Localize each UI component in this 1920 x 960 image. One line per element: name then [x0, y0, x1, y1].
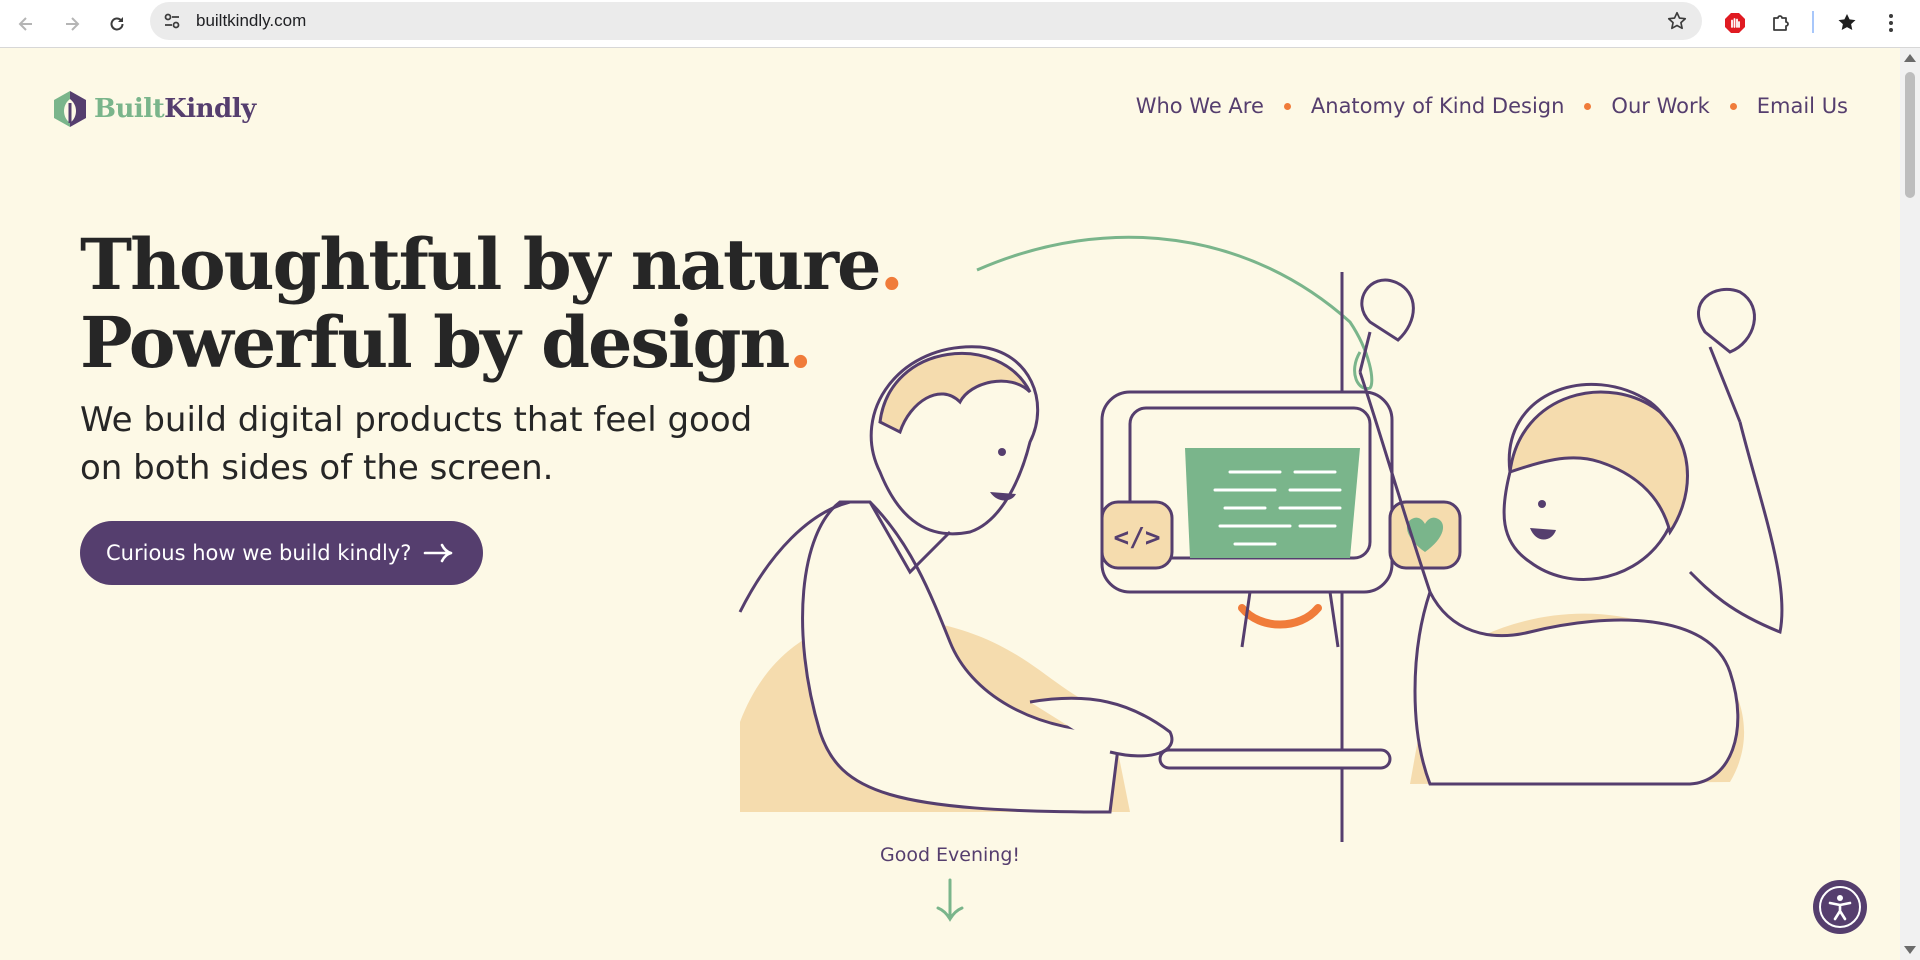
- forward-button[interactable]: [56, 8, 88, 40]
- cta-label: Curious how we build kindly?: [106, 541, 412, 565]
- nav-link-email-us[interactable]: Email Us: [1757, 94, 1848, 118]
- back-button[interactable]: [10, 8, 42, 40]
- logo-text-kindly: Kindly: [164, 94, 256, 124]
- hero-subheadline: We build digital products that feel good…: [80, 400, 753, 488]
- nav-link-anatomy-of-kind-design[interactable]: Anatomy of Kind Design: [1311, 94, 1565, 118]
- greeting-text: Good Evening!: [879, 844, 1021, 866]
- hero-illustration: </>: [738, 235, 1784, 842]
- nav-separator-dot: [1729, 102, 1737, 110]
- url-text[interactable]: builtkindly.com: [196, 11, 306, 31]
- site-logo[interactable]: Built Kindly: [52, 88, 256, 130]
- scroll-down-arrow-icon[interactable]: [935, 878, 965, 922]
- extensions-button[interactable]: [1766, 8, 1796, 38]
- address-bar[interactable]: builtkindly.com: [150, 2, 1702, 40]
- tune-icon[interactable]: [162, 11, 182, 31]
- cta-button[interactable]: Curious how we build kindly?: [80, 521, 484, 585]
- star-outline-icon[interactable]: [1666, 10, 1688, 32]
- browser-toolbar: builtkindly.com: [0, 0, 1920, 48]
- logo-text-built: Built: [94, 94, 165, 124]
- nav-separator-dot: [1584, 102, 1592, 110]
- reload-button[interactable]: [101, 8, 133, 40]
- browser-menu-button[interactable]: [1876, 8, 1906, 38]
- arrow-right-icon: [66, 17, 80, 31]
- logo-leaf-icon: [54, 91, 86, 127]
- kebab-menu-icon: [1889, 14, 1893, 32]
- page-scrollbar[interactable]: [1900, 48, 1920, 960]
- nav-link-our-work[interactable]: Our Work: [1611, 94, 1709, 118]
- bookmarks-button[interactable]: [1832, 8, 1862, 38]
- scrollbar-thumb[interactable]: [1905, 72, 1915, 198]
- star-filled-icon: [1838, 14, 1856, 30]
- scroll-up-arrow[interactable]: [1904, 54, 1916, 62]
- arrow-left-icon: [18, 17, 32, 31]
- accessibility-icon: [1819, 886, 1861, 928]
- toolbar-separator: [1812, 11, 1814, 33]
- accessibility-button[interactable]: [1813, 880, 1867, 934]
- svg-text:</>: </>: [1114, 523, 1161, 553]
- adblock-extension-button[interactable]: [1720, 8, 1750, 38]
- page-content: Built Kindly Who We Are Anatomy of Kind …: [0, 48, 1900, 960]
- scroll-down-arrow[interactable]: [1904, 946, 1916, 954]
- main-navigation: Who We Are Anatomy of Kind Design Our Wo…: [1136, 94, 1848, 118]
- puzzle-icon: [1773, 15, 1789, 31]
- reload-icon: [110, 17, 124, 31]
- arrow-right-icon: [424, 543, 453, 563]
- nav-separator-dot: [1283, 102, 1291, 110]
- stop-hand-icon: [1725, 13, 1745, 33]
- headline-line-2: Powerful by design: [80, 301, 790, 384]
- nav-link-who-we-are[interactable]: Who We Are: [1136, 94, 1264, 118]
